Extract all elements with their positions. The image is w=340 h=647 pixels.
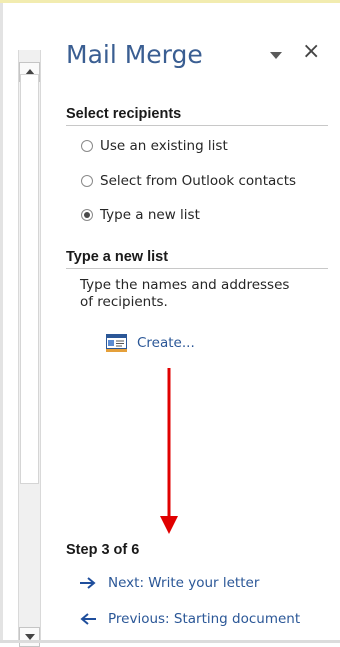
window-left-edge <box>0 3 3 643</box>
section-description: Type the names and addresses of recipien… <box>80 277 290 310</box>
next-step-link[interactable]: Next: Write your letter <box>80 575 259 591</box>
radio-option-existing-list[interactable]: Use an existing list <box>81 138 228 154</box>
address-list-icon <box>106 334 127 352</box>
previous-step-link[interactable]: Previous: Starting document <box>80 611 300 627</box>
scrollbar-thumb[interactable] <box>20 74 39 484</box>
section-header-select-recipients: Select recipients <box>66 106 328 126</box>
pane-title: Mail Merge <box>66 40 203 69</box>
window-top-edge <box>0 0 340 3</box>
step-indicator: Step 3 of 6 <box>66 542 140 558</box>
create-link-label: Create... <box>137 335 195 351</box>
section-header-type-new-list: Type a new list <box>66 249 328 269</box>
radio-button[interactable] <box>81 140 93 152</box>
task-pane-options-dropdown-icon[interactable] <box>270 52 282 59</box>
previous-step-label: Previous: Starting document <box>108 611 301 627</box>
arrow-left-icon <box>80 613 96 625</box>
radio-button-selected[interactable] <box>81 209 93 221</box>
radio-label: Select from Outlook contacts <box>100 173 297 189</box>
annotation-arrow-down-icon <box>160 368 178 534</box>
vertical-scrollbar[interactable] <box>18 50 41 647</box>
next-step-label: Next: Write your letter <box>108 575 260 591</box>
arrow-right-icon <box>80 577 96 589</box>
radio-button[interactable] <box>81 175 93 187</box>
radio-label: Type a new list <box>100 207 200 223</box>
radio-option-outlook-contacts[interactable]: Select from Outlook contacts <box>81 173 296 189</box>
create-list-link[interactable]: Create... <box>106 334 195 352</box>
close-pane-button[interactable]: × <box>302 41 320 63</box>
scroll-down-button[interactable] <box>19 627 40 647</box>
radio-option-type-new-list[interactable]: Type a new list <box>81 207 200 223</box>
radio-label: Use an existing list <box>100 138 228 154</box>
